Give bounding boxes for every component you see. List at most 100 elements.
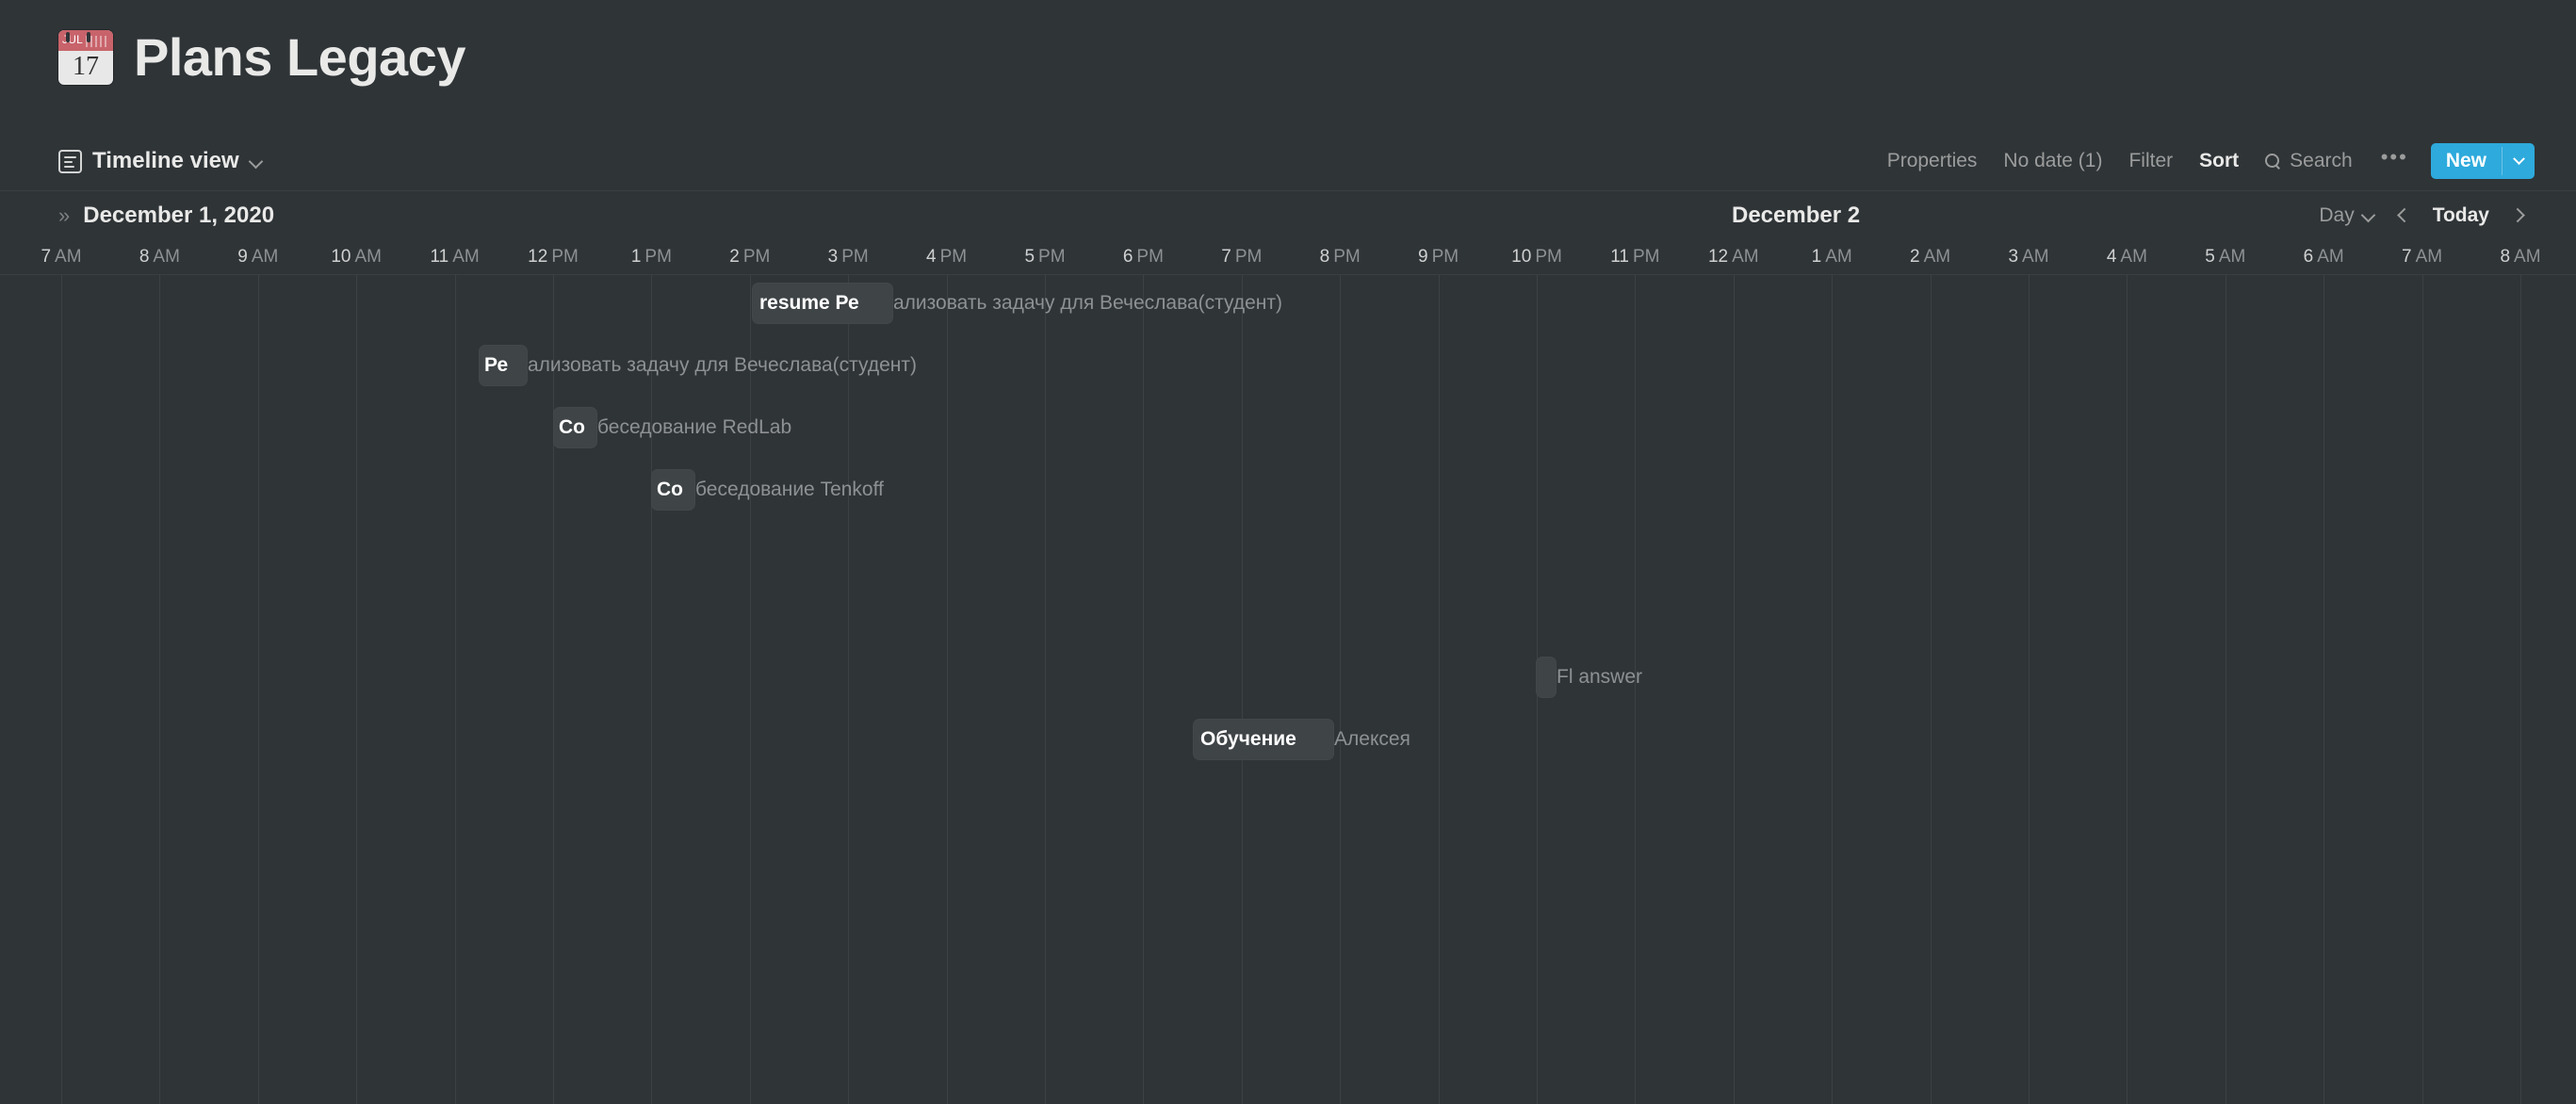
timeline-task[interactable]: Ре ализовать задачу для Вечеслава(студент… [479,345,917,386]
sort-button[interactable]: Sort [2186,144,2252,178]
timeline-task[interactable]: Со беседование RedLab [553,407,791,448]
hour-label: 4 PM [926,247,968,267]
hour-label: 7 PM [1221,247,1263,267]
chevron-down-icon [2362,209,2374,221]
grid-line [1930,275,1932,1104]
calendar-icon-day: 17 [73,52,99,81]
hour-label: 11 PM [1610,247,1660,267]
properties-button[interactable]: Properties [1874,144,1991,178]
grid-line [2323,275,2325,1104]
hour-label: 1 AM [1811,247,1852,267]
hour-label: 8 AM [2500,247,2541,267]
grid-line [1045,275,1046,1104]
new-button[interactable]: New [2430,143,2535,179]
view-switcher[interactable]: Timeline view [58,148,262,174]
timeline-grid[interactable]: resume Ре ализовать задачу для Вечеслава(… [0,275,2576,1104]
timeline-task[interactable]: Со беседование Tenkoff [651,469,884,511]
hour-label: 11 AM [430,247,480,267]
task-bar[interactable]: Со [553,407,597,448]
task-bar[interactable]: Со [651,469,695,511]
page-title: Plans Legacy [134,27,465,87]
zoom-level-selector[interactable]: Day [2309,201,2383,231]
hour-label: 12 AM [1707,247,1759,267]
double-chevron-right-icon[interactable]: » [58,204,70,225]
task-overflow-label: беседование Tenkoff [695,479,884,500]
grid-line [553,275,554,1104]
hour-label: 7 AM [41,247,82,267]
task-bar[interactable] [1536,657,1557,698]
hour-label: 8 PM [1319,247,1361,267]
hour-label: 10 PM [1511,247,1562,267]
grid-line [1438,275,1440,1104]
view-switcher-label: Timeline view [92,148,239,173]
task-overflow-label: Алексея [1334,728,1410,750]
grid-line [454,275,456,1104]
no-date-button[interactable]: No date (1) [1990,144,2115,178]
hour-label: 9 PM [1418,247,1459,267]
task-bar[interactable]: resume Ре [752,283,893,324]
hour-label: 4 AM [2106,247,2147,267]
new-button-label: New [2445,150,2486,171]
timeline-task[interactable]: resume Ре ализовать задачу для Вечеслава(… [752,283,1282,324]
date-bar: » December 1, 2020 December 2 Day Today [0,190,2576,239]
grid-line [749,275,751,1104]
grid-line [2520,275,2521,1104]
page-header: JUL 17 Plans Legacy [0,0,2576,132]
chevron-down-icon [250,155,262,168]
grid-line [1241,275,1243,1104]
hour-label: 9 AM [237,247,279,267]
hour-label: 2 PM [729,247,771,267]
grid-line [356,275,358,1104]
grid-line [848,275,850,1104]
prev-period-button[interactable] [2388,200,2420,232]
hour-label: 3 AM [2008,247,2049,267]
search-icon [2265,153,2281,170]
more-options-button[interactable]: ••• [2366,147,2423,173]
title-row: JUL 17 Plans Legacy [58,28,2576,87]
hour-label: 3 PM [827,247,869,267]
zoom-level-label: Day [2319,203,2355,226]
timeline-task[interactable]: Обучение Алексея [1193,719,1410,760]
grid-line [1733,275,1735,1104]
calendar-emoji-icon: JUL 17 [58,30,113,85]
grid-line [1143,275,1145,1104]
date-bar-left: » December 1, 2020 [58,203,274,229]
grid-line [2029,275,2030,1104]
grid-line [946,275,948,1104]
hour-label: 8 AM [139,247,180,267]
hour-label: 6 PM [1122,247,1164,267]
grid-line [2127,275,2128,1104]
hour-ruler: 7 AM 8 AM 9 AM 10 AM 11 AM 12 PM 1 PM 2 PM 3 PM 4 PM 5 PM 6 PM 7… [0,239,2576,275]
grid-line [651,275,653,1104]
task-overflow-label: Fl answer [1557,666,1643,688]
hour-label: 2 AM [1910,247,1951,267]
new-button-dropdown[interactable] [2503,143,2535,179]
grid-line [159,275,161,1104]
grid-line [61,275,62,1104]
hour-label: 10 AM [331,247,383,267]
hour-label: 12 PM [528,247,579,267]
grid-line [257,275,259,1104]
filter-button[interactable]: Filter [2115,144,2186,178]
hour-label: 5 PM [1024,247,1066,267]
date-secondary-label: December 2 [1732,202,1861,228]
task-overflow-label: ализовать задачу для Вечеслава(студент) [893,292,1282,314]
task-bar[interactable]: Ре [479,345,528,386]
hour-label: 6 AM [2303,247,2344,267]
date-bar-right: Day Today [2309,200,2535,232]
task-bar[interactable]: Обучение [1193,719,1334,760]
toolbar-right: Properties No date (1) Filter Sort Searc… [1874,143,2535,179]
hour-label: 7 AM [2402,247,2443,267]
search-button[interactable]: Search [2252,144,2366,178]
today-button[interactable]: Today [2423,201,2499,231]
search-label: Search [2290,150,2353,171]
task-overflow-label: беседование RedLab [597,416,792,438]
hour-label: 5 AM [2205,247,2246,267]
timeline-view-icon [58,149,82,173]
grid-line [2225,275,2226,1104]
timeline-task[interactable]: Fl answer [1536,657,1642,698]
grid-line [1832,275,1834,1104]
hour-label: 1 PM [630,247,672,267]
next-period-button[interactable] [2503,200,2535,232]
grid-line [1340,275,1342,1104]
